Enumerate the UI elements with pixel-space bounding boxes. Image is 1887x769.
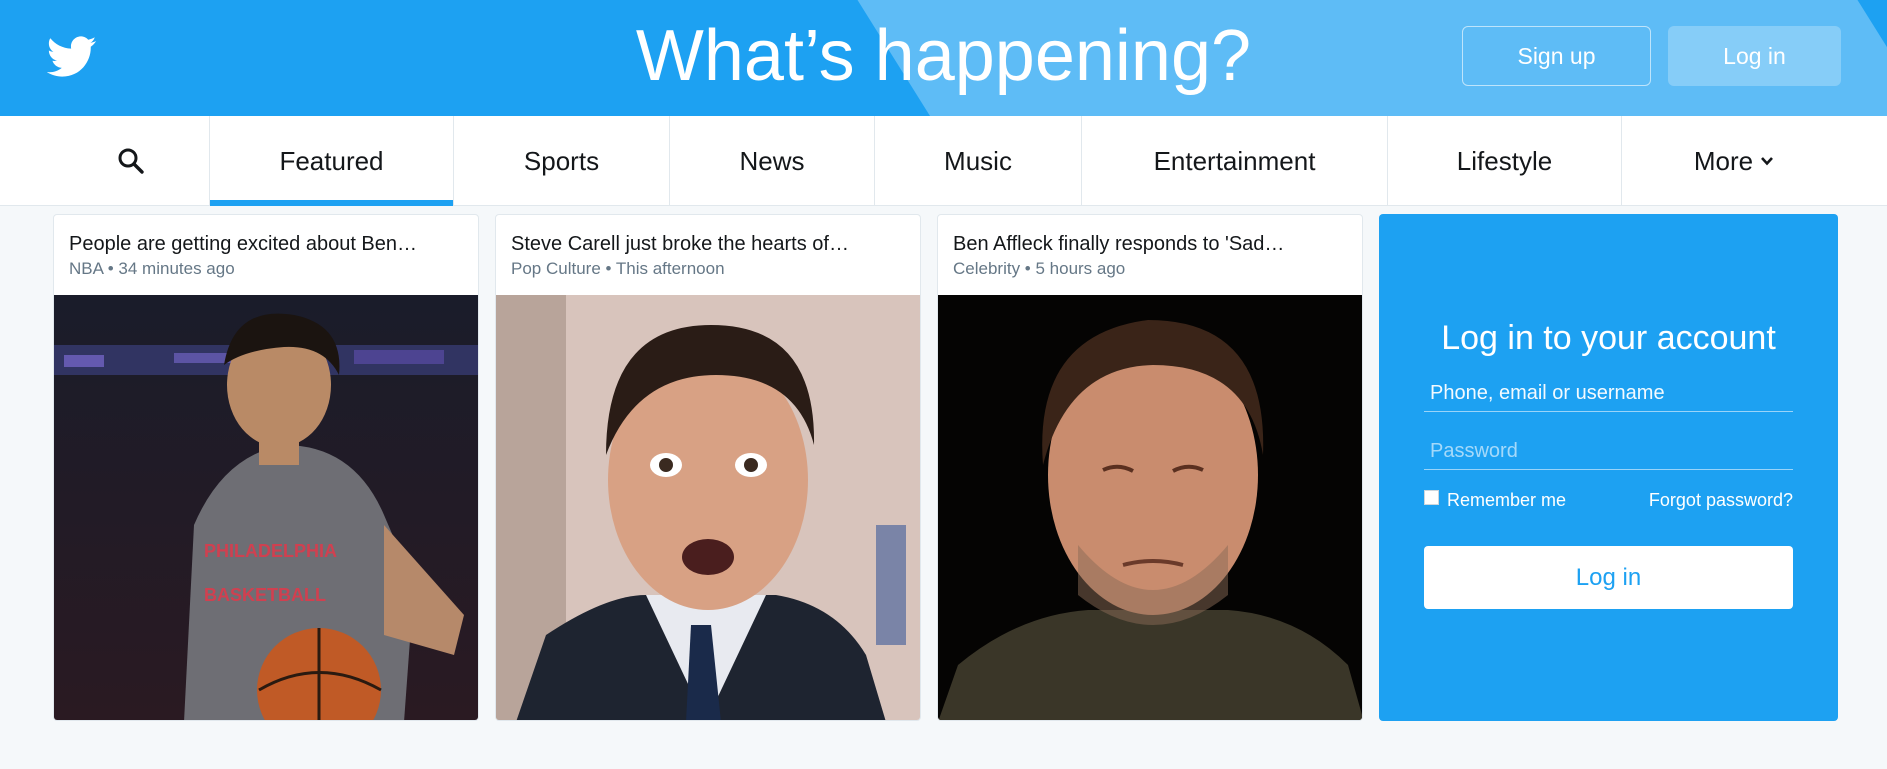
signup-button[interactable]: Sign up xyxy=(1462,26,1651,86)
story-title[interactable]: People are getting excited about Ben… xyxy=(69,233,469,256)
header-login-button[interactable]: Log in xyxy=(1668,26,1841,86)
story-title[interactable]: Steve Carell just broke the hearts of… xyxy=(511,233,911,256)
story-meta: NBA • 34 minutes ago xyxy=(69,259,235,278)
tab-label: Music xyxy=(944,145,1012,176)
header-hero: What’s happening? Sign up Log in xyxy=(0,0,1887,116)
story-meta: Celebrity • 5 hours ago xyxy=(953,259,1126,278)
chevron-down-icon xyxy=(1761,157,1774,166)
story-meta: Pop Culture • This afternoon xyxy=(511,259,725,278)
tab-music[interactable]: Music xyxy=(875,116,1082,206)
tab-sports[interactable]: Sports xyxy=(454,116,670,206)
tab-featured[interactable]: Featured xyxy=(210,116,454,206)
tab-news[interactable]: News xyxy=(670,116,875,206)
tab-entertainment[interactable]: Entertainment xyxy=(1082,116,1388,206)
story-image[interactable]: PHILADELPHIA BASKETBALL xyxy=(54,295,479,721)
login-panel: Log in to your account Remember me Forgo… xyxy=(1379,214,1838,721)
tab-label: Sports xyxy=(523,145,600,176)
search-icon xyxy=(118,148,144,174)
tab-label: Featured xyxy=(279,145,384,176)
remember-checkbox[interactable] xyxy=(1424,490,1439,505)
story-image[interactable] xyxy=(496,295,921,721)
tab-label: News xyxy=(739,145,805,176)
tab-more[interactable]: More xyxy=(1622,116,1847,206)
login-submit-button[interactable]: Log in xyxy=(1424,546,1793,609)
story-image[interactable] xyxy=(938,295,1363,721)
password-field[interactable] xyxy=(1424,434,1793,470)
category-nav: Featured Sports News Music Entertainment… xyxy=(0,116,1887,206)
story-card[interactable]: Steve Carell just broke the hearts of… P… xyxy=(495,214,921,721)
tab-label: More xyxy=(1693,145,1754,176)
svg-text:BASKETBALL: BASKETBALL xyxy=(204,585,326,605)
tab-label: Entertainment xyxy=(1153,145,1316,176)
forgot-password-link[interactable]: Forgot password? xyxy=(1649,490,1793,511)
remember-me[interactable]: Remember me xyxy=(1424,490,1566,511)
nav-search[interactable] xyxy=(52,116,210,206)
story-card[interactable]: Ben Affleck finally responds to 'Sad… Ce… xyxy=(937,214,1363,721)
svg-text:PHILADELPHIA: PHILADELPHIA xyxy=(204,541,337,561)
tab-lifestyle[interactable]: Lifestyle xyxy=(1388,116,1622,206)
login-title: Log in to your account xyxy=(1441,319,1776,357)
story-card[interactable]: People are getting excited about Ben… NB… xyxy=(53,214,479,721)
username-field[interactable] xyxy=(1424,376,1793,412)
remember-label: Remember me xyxy=(1447,490,1567,510)
tab-label: Lifestyle xyxy=(1456,145,1553,176)
story-title[interactable]: Ben Affleck finally responds to 'Sad… xyxy=(953,233,1353,256)
